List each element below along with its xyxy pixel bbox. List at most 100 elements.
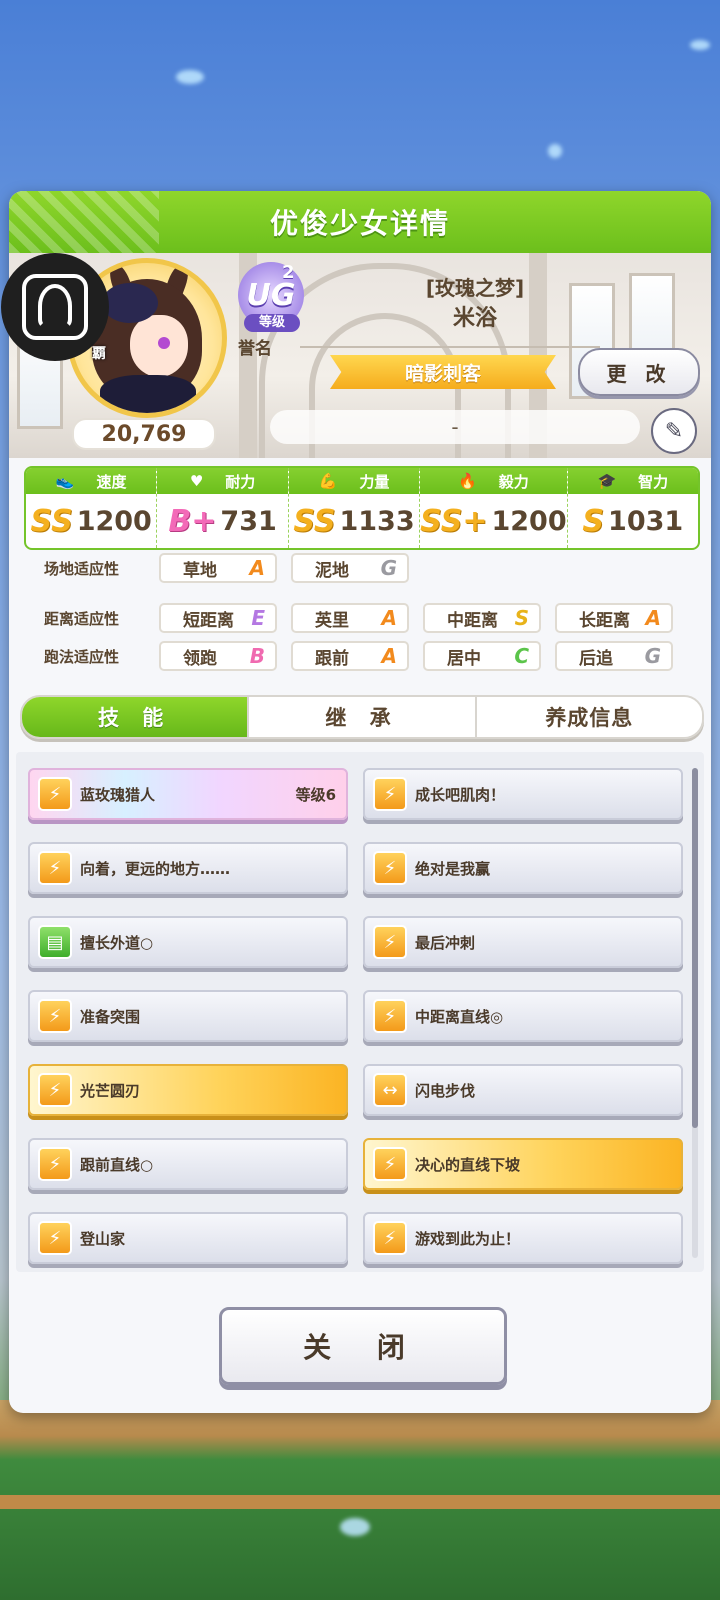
aptitude-track-row: 场地适应性 草地 A 泥地 G — [44, 552, 423, 584]
stat-grade: B+ — [168, 503, 217, 539]
scan-icon — [22, 274, 88, 340]
aptitude-cell: 领跑 B — [159, 641, 277, 671]
shoe-icon: 👟 — [55, 472, 75, 490]
aptitude-distance-row: 距离适应性 短距离 E 英里 A 中距离 S 长距离 A — [44, 602, 687, 634]
speed-icon: ⚡ — [38, 1073, 72, 1107]
panel-title: 优俊少女详情 — [269, 207, 450, 240]
card-icon: ▤ — [38, 925, 72, 959]
skill-item[interactable]: ⚡ 绝对是我赢 — [363, 842, 683, 894]
speed-icon: ⚡ — [373, 1147, 407, 1181]
tab-skills[interactable]: 技 能 — [22, 697, 250, 737]
skill-item[interactable]: ⚡ 成长吧肌肉！ — [363, 768, 683, 820]
skill-item[interactable]: ↔ 闪电步伐 — [363, 1064, 683, 1116]
speed-icon: ⚡ — [373, 1221, 407, 1255]
pencil-icon: ✎ — [664, 418, 684, 444]
stat-label: 耐力 — [225, 472, 256, 491]
panel-header: 优俊少女详情 — [9, 191, 711, 253]
rank-label: 等级 — [244, 314, 300, 332]
skill-item[interactable]: ⚡ 光芒圆刃 — [28, 1064, 348, 1116]
stat-power: 💪 力量 SS 1133 — [288, 468, 421, 548]
aptitude-label: 场地适应性 — [44, 559, 120, 578]
aptitude-cell: 英里 A — [291, 603, 409, 633]
header-pattern — [9, 191, 159, 253]
comment-box: - — [270, 410, 640, 444]
aptitude-cell: 后追 G — [555, 641, 673, 671]
background-rail — [0, 1495, 720, 1509]
character-epithet: [玫瑰之梦] — [425, 276, 525, 300]
title-ribbon: 暗影刺客 — [330, 355, 556, 389]
skill-name: 决心的直线下坡 — [415, 1155, 521, 1174]
skill-item[interactable]: ⚡ 登山家 — [28, 1212, 348, 1264]
skill-item[interactable]: ⚡ 最后冲刺 — [363, 916, 683, 968]
stats-panel: 👟 速度 SS 1200 ♥ 耐力 B+ 731 💪 力量 SS 1133 🔥 毅力 SS+ 1… — [24, 466, 700, 550]
skill-item[interactable]: ⚡ 准备突围 — [28, 990, 348, 1042]
stat-grade: S — [582, 503, 605, 539]
skill-name: 准备突围 — [80, 1007, 141, 1026]
arrow-icon: ↔ — [373, 1073, 407, 1107]
tab-training-info[interactable]: 养成信息 — [476, 697, 702, 737]
divider — [300, 346, 600, 348]
stat-wisdom: 🎓 智力 S 1031 — [567, 468, 698, 548]
sparkle — [340, 1518, 370, 1536]
skill-item[interactable]: ⚡ 向着，更远的地方…… — [28, 842, 348, 894]
fan-count: 20,769 — [72, 418, 216, 450]
skill-item[interactable]: ⚡ 跟前直线○ — [28, 1138, 348, 1190]
skill-item[interactable]: ▤ 擅长外道○ — [28, 916, 348, 968]
skill-item[interactable]: ⚡ 游戏到此为止！ — [363, 1212, 683, 1264]
aptitude-cell: 居中 C — [423, 641, 541, 671]
aptitude-cell: 长距离 A — [555, 603, 673, 633]
aptitude-cell: 短距离 E — [159, 603, 277, 633]
skill-name: 蓝玫瑰猎人 — [80, 785, 156, 804]
stat-label: 毅力 — [498, 472, 529, 491]
skill-item[interactable]: ⚡ 决心的直线下坡 — [363, 1138, 683, 1190]
character-name: 米浴 — [452, 306, 497, 331]
edit-button[interactable]: ✎ — [651, 408, 697, 454]
aptitude-cell: 草地 A — [159, 553, 277, 583]
muscle-icon: 💪 — [318, 472, 338, 490]
skill-item[interactable]: ⚡ 中距离直线◎ — [363, 990, 683, 1042]
skill-name: 游戏到此为止！ — [415, 1229, 521, 1248]
speed-icon: ⚡ — [38, 1147, 72, 1181]
stat-label: 速度 — [96, 472, 127, 491]
hat — [102, 283, 158, 323]
aptitude-label: 距离适应性 — [44, 609, 120, 628]
speed-icon: ⚡ — [38, 851, 72, 885]
side-tag: 覇 — [92, 346, 106, 362]
speed-icon: ⚡ — [373, 851, 407, 885]
skill-name: 跟前直线○ — [80, 1155, 154, 1174]
sparkle — [548, 144, 562, 158]
aptitude-cell: 跟前 A — [291, 641, 409, 671]
stat-grade: SS — [293, 503, 336, 539]
skill-item[interactable]: ⚡ 蓝玫瑰猎人 等级6 — [28, 768, 348, 820]
stat-value: 1031 — [608, 505, 684, 537]
heart-icon: ♥ — [189, 472, 204, 490]
skill-name: 闪电步伐 — [415, 1081, 476, 1100]
stat-label: 力量 — [359, 472, 390, 491]
sparkle — [690, 40, 710, 50]
honor-label: 誉名 — [238, 339, 272, 359]
close-button[interactable]: 关 闭 — [219, 1307, 507, 1385]
speed-icon: ⚡ — [38, 777, 72, 811]
stat-speed: 👟 速度 SS 1200 — [26, 468, 158, 548]
stat-grade: SS+ — [420, 503, 488, 539]
sparkle — [176, 70, 204, 84]
speed-icon: ⚡ — [373, 999, 407, 1033]
speed-icon: ⚡ — [38, 1221, 72, 1255]
graduation-cap-icon: 🎓 — [597, 472, 617, 490]
scrollbar-thumb[interactable] — [692, 768, 698, 1128]
aptitude-cell: 中距离 S — [423, 603, 541, 633]
skill-name: 登山家 — [80, 1229, 126, 1248]
speed-icon: ⚡ — [373, 925, 407, 959]
stat-value: 1200 — [76, 505, 152, 537]
stat-value: 1200 — [491, 505, 567, 537]
stat-label: 智力 — [638, 472, 669, 491]
skill-name: 绝对是我赢 — [415, 859, 491, 878]
aptitude-cell: 泥地 G — [291, 553, 409, 583]
aptitude-label: 跑法适应性 — [44, 647, 120, 666]
dress — [100, 375, 196, 413]
stat-value: 1133 — [339, 505, 415, 537]
speed-icon: ⚡ — [38, 999, 72, 1033]
change-button[interactable]: 更 改 — [578, 348, 700, 396]
tab-inheritance[interactable]: 继 承 — [249, 697, 477, 737]
tab-bar: 技 能 继 承 养成信息 — [20, 695, 704, 739]
